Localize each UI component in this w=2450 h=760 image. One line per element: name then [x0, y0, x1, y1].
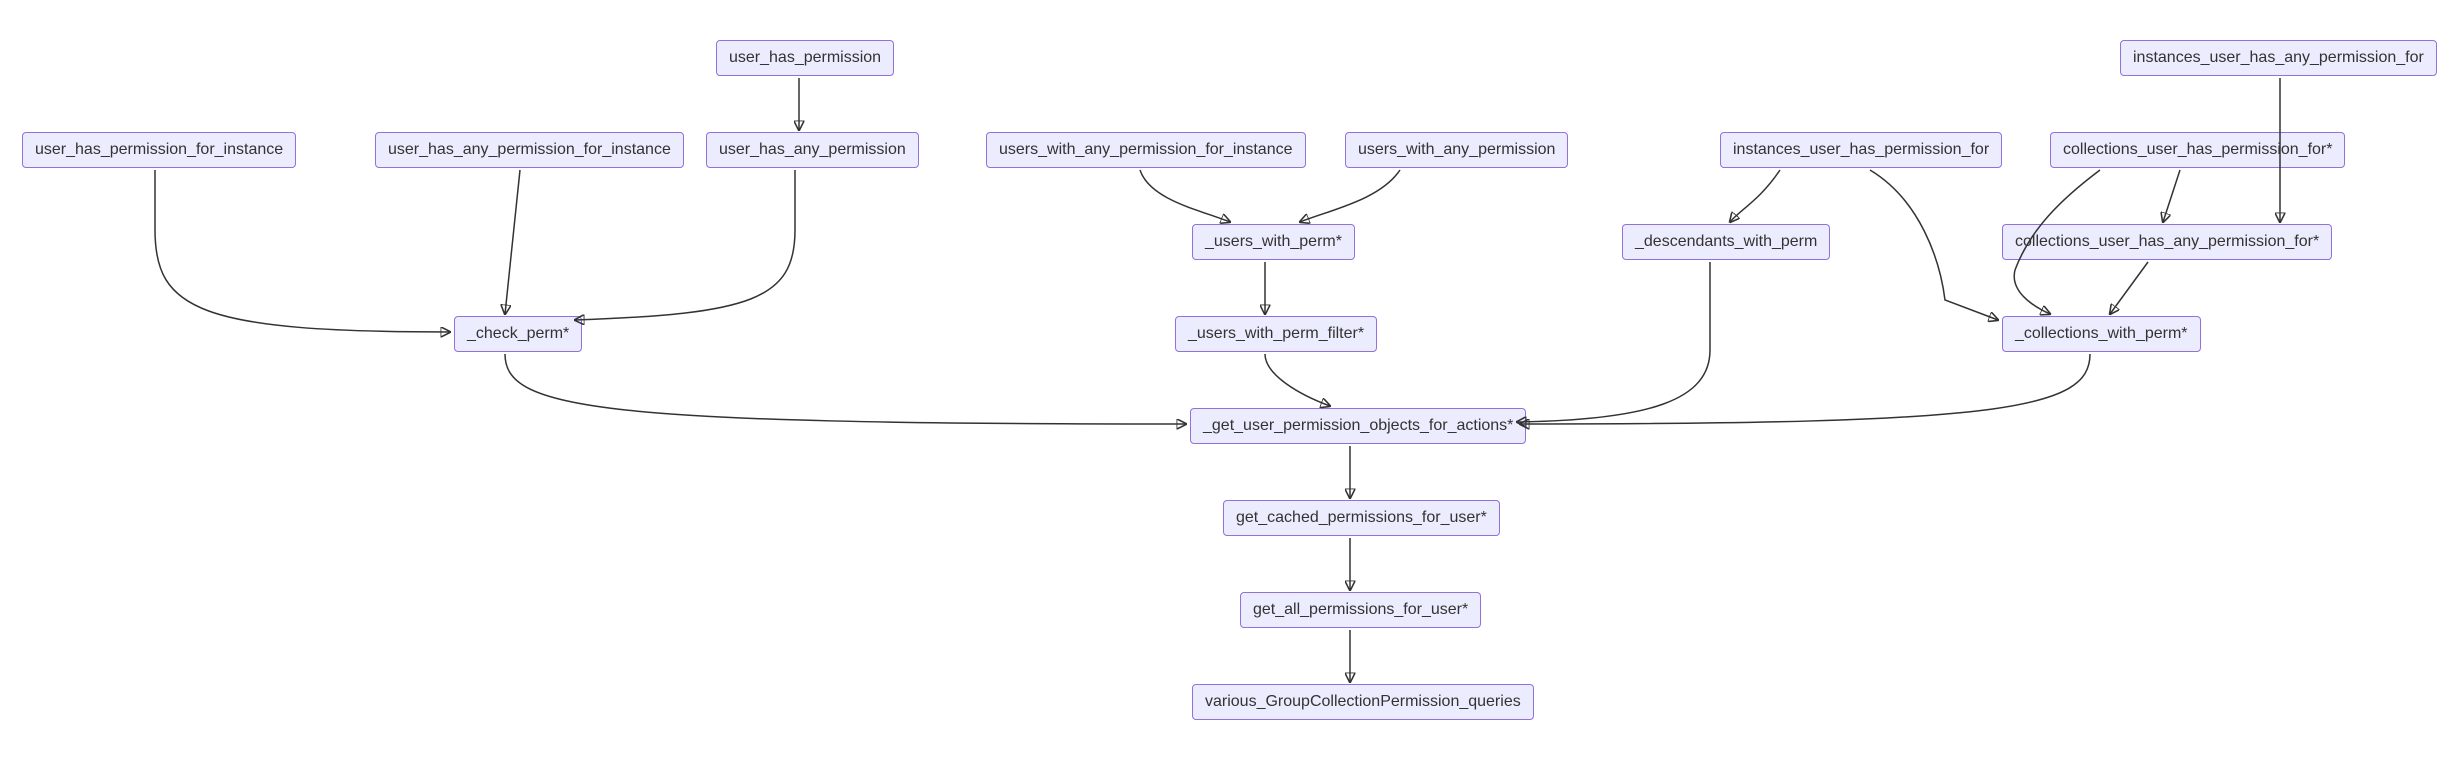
node-collections-user-has-any-permission-for: collections_user_has_any_permission_for*	[2002, 224, 2332, 260]
node-user-has-any-permission-for-instance: user_has_any_permission_for_instance	[375, 132, 684, 168]
diagram-edges	[0, 0, 2450, 760]
node-users-with-perm-filter: _users_with_perm_filter*	[1175, 316, 1377, 352]
node-check-perm: _check_perm*	[454, 316, 582, 352]
node-get-all-permissions-for-user: get_all_permissions_for_user*	[1240, 592, 1481, 628]
node-instances-user-has-any-permission-for: instances_user_has_any_permission_for	[2120, 40, 2437, 76]
node-user-has-permission: user_has_permission	[716, 40, 894, 76]
node-users-with-any-permission-for-instance: users_with_any_permission_for_instance	[986, 132, 1306, 168]
node-users-with-perm: _users_with_perm*	[1192, 224, 1355, 260]
node-collections-with-perm: _collections_with_perm*	[2002, 316, 2201, 352]
node-various-group-collection-permission-queries: various_GroupCollectionPermission_querie…	[1192, 684, 1534, 720]
node-user-has-permission-for-instance: user_has_permission_for_instance	[22, 132, 296, 168]
node-descendants-with-perm: _descendants_with_perm	[1622, 224, 1830, 260]
node-instances-user-has-permission-for: instances_user_has_permission_for	[1720, 132, 2002, 168]
node-get-user-permission-objects-for-actions: _get_user_permission_objects_for_actions…	[1190, 408, 1526, 444]
node-collections-user-has-permission-for: collections_user_has_permission_for*	[2050, 132, 2345, 168]
node-get-cached-permissions-for-user: get_cached_permissions_for_user*	[1223, 500, 1500, 536]
node-users-with-any-permission: users_with_any_permission	[1345, 132, 1568, 168]
node-user-has-any-permission: user_has_any_permission	[706, 132, 919, 168]
